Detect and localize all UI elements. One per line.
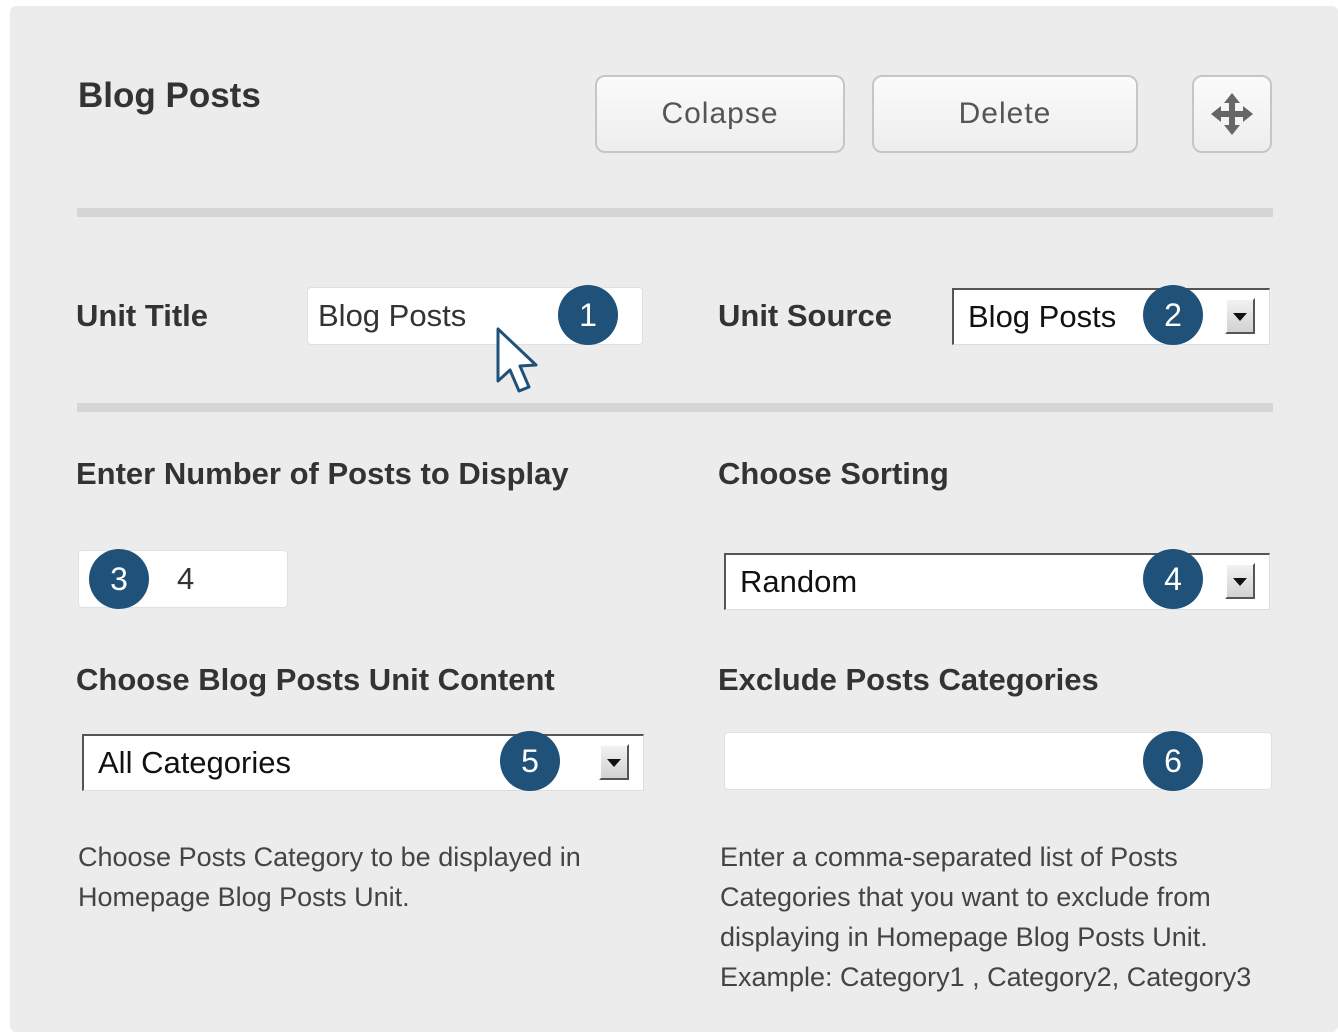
divider-middle bbox=[77, 403, 1273, 412]
unit-title-label: Unit Title bbox=[76, 298, 209, 333]
unit-source-value: Blog Posts bbox=[968, 299, 1117, 334]
exclude-help-line: displaying in Homepage Blog Posts Unit. bbox=[720, 922, 1208, 952]
exclude-help-text: Enter a comma-separated list of Posts Ca… bbox=[720, 837, 1251, 997]
unit-title-value: Blog Posts bbox=[318, 298, 467, 333]
callout-badge-5: 5 bbox=[500, 731, 560, 791]
delete-button[interactable]: Delete bbox=[872, 75, 1138, 153]
page-title: Blog Posts bbox=[78, 76, 261, 115]
content-help-line: Choose Posts Category to be displayed in bbox=[78, 842, 581, 872]
exclude-help-line: Categories that you want to exclude from bbox=[720, 882, 1211, 912]
content-value: All Categories bbox=[98, 745, 291, 780]
dropdown-arrow-icon bbox=[1225, 298, 1255, 334]
exclude-help-line: Enter a comma-separated list of Posts bbox=[720, 842, 1178, 872]
dropdown-arrow-icon bbox=[599, 744, 629, 780]
callout-badge-4: 4 bbox=[1143, 549, 1203, 609]
mouse-pointer-icon bbox=[496, 327, 538, 393]
exclude-label: Exclude Posts Categories bbox=[718, 662, 1099, 697]
callout-badge-6: 6 bbox=[1143, 731, 1203, 791]
content-help-line: Homepage Blog Posts Unit. bbox=[78, 882, 410, 912]
divider-top bbox=[77, 208, 1273, 217]
num-posts-label: Enter Number of Posts to Display bbox=[76, 456, 569, 491]
sorting-label: Choose Sorting bbox=[718, 456, 949, 491]
callout-badge-1: 1 bbox=[558, 285, 618, 345]
move-arrows-icon bbox=[1211, 93, 1253, 135]
collapse-button[interactable]: Colapse bbox=[595, 75, 845, 153]
exclude-help-line: Example: Category1 , Category2, Category… bbox=[720, 962, 1252, 992]
callout-badge-2: 2 bbox=[1143, 285, 1203, 345]
content-label: Choose Blog Posts Unit Content bbox=[76, 662, 555, 697]
unit-source-select[interactable]: Blog Posts bbox=[952, 288, 1270, 345]
num-posts-value: 4 bbox=[177, 561, 195, 596]
unit-source-label: Unit Source bbox=[718, 298, 892, 333]
callout-badge-3: 3 bbox=[89, 549, 149, 609]
dropdown-arrow-icon bbox=[1225, 563, 1255, 599]
sorting-value: Random bbox=[740, 564, 858, 599]
move-handle-button[interactable] bbox=[1192, 75, 1272, 153]
content-help-text: Choose Posts Category to be displayed in… bbox=[78, 837, 581, 917]
